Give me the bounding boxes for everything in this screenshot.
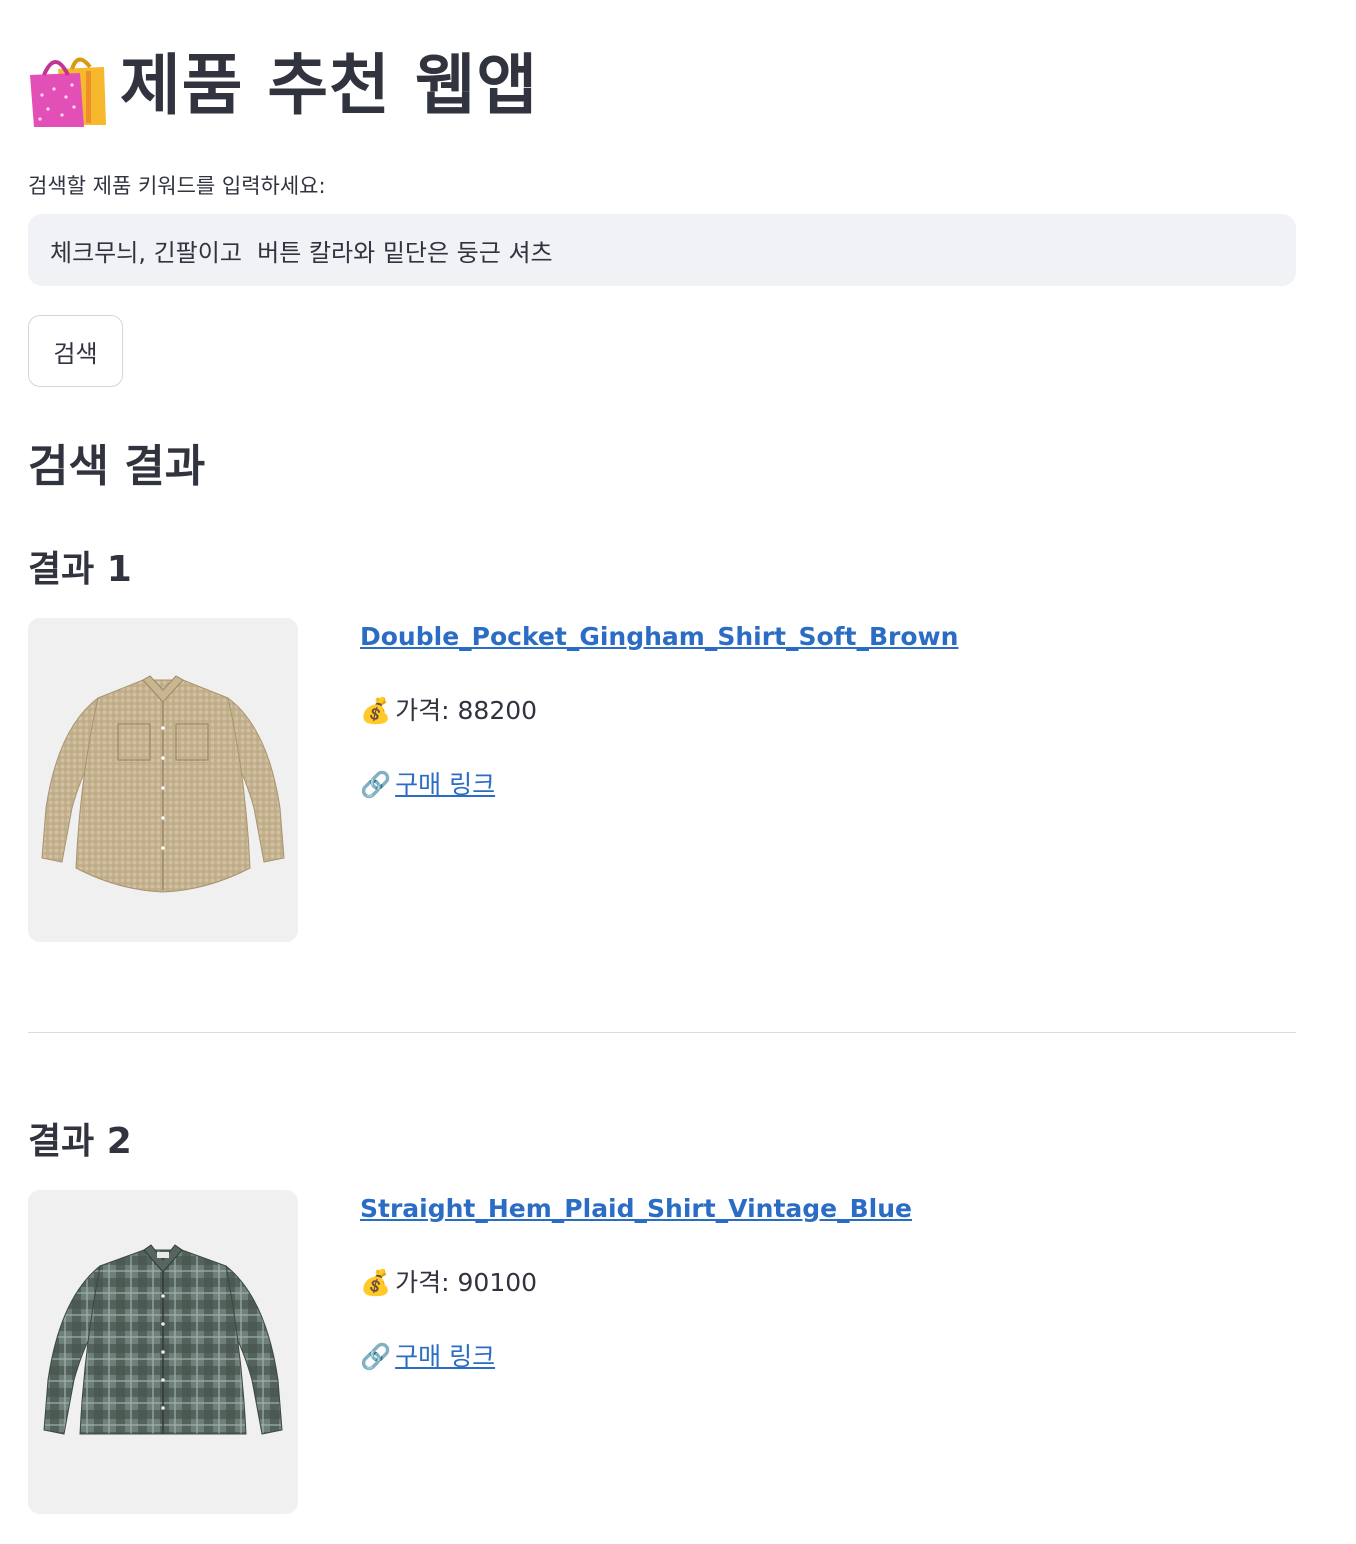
page-title: 제품 추천 웹앱 xyxy=(120,47,539,124)
result-title: 결과 1 xyxy=(28,549,132,590)
purchase-link[interactable]: 🔗 구매 링크 xyxy=(360,765,495,801)
search-button[interactable]: 검색 xyxy=(28,315,123,387)
purchase-link-label: 구매 링크 xyxy=(395,1342,496,1371)
price-text: 가격: 88200 xyxy=(395,696,538,725)
title-row: 제품 추천 웹앱 xyxy=(28,38,538,134)
search-input[interactable] xyxy=(28,214,1296,286)
price-row: 💰 가격: 88200 xyxy=(360,691,958,727)
link-icon: 🔗 xyxy=(360,1342,392,1371)
results-heading: 검색 결과 xyxy=(28,441,206,492)
beige-gingham-shirt-image xyxy=(41,675,285,893)
product-name-link[interactable]: Double_Pocket_Gingham_Shirt_Soft_Brown xyxy=(360,622,958,651)
product-name-link[interactable]: Straight_Hem_Plaid_Shirt_Vintage_Blue xyxy=(360,1194,912,1223)
search-label: 검색할 제품 키워드를 입력하세요: xyxy=(28,174,326,198)
money-bag-icon: 💰 xyxy=(360,696,392,725)
money-bag-icon: 💰 xyxy=(360,1268,392,1297)
product-info: Straight_Hem_Plaid_Shirt_Vintage_Blue 💰 가… xyxy=(360,1194,912,1373)
divider xyxy=(28,1032,1296,1033)
result-title: 결과 2 xyxy=(28,1121,132,1162)
product-image[interactable] xyxy=(28,618,298,942)
product-info: Double_Pocket_Gingham_Shirt_Soft_Brown 💰… xyxy=(360,622,958,801)
purchase-link[interactable]: 🔗 구매 링크 xyxy=(360,1337,495,1373)
purchase-link-label: 구매 링크 xyxy=(395,770,496,799)
price-text: 가격: 90100 xyxy=(395,1268,538,1297)
blue-plaid-shirt-image xyxy=(43,1244,283,1435)
link-icon: 🔗 xyxy=(360,770,392,799)
shopping-bags-icon xyxy=(28,45,108,127)
product-image[interactable] xyxy=(28,1190,298,1514)
price-row: 💰 가격: 90100 xyxy=(360,1263,912,1299)
